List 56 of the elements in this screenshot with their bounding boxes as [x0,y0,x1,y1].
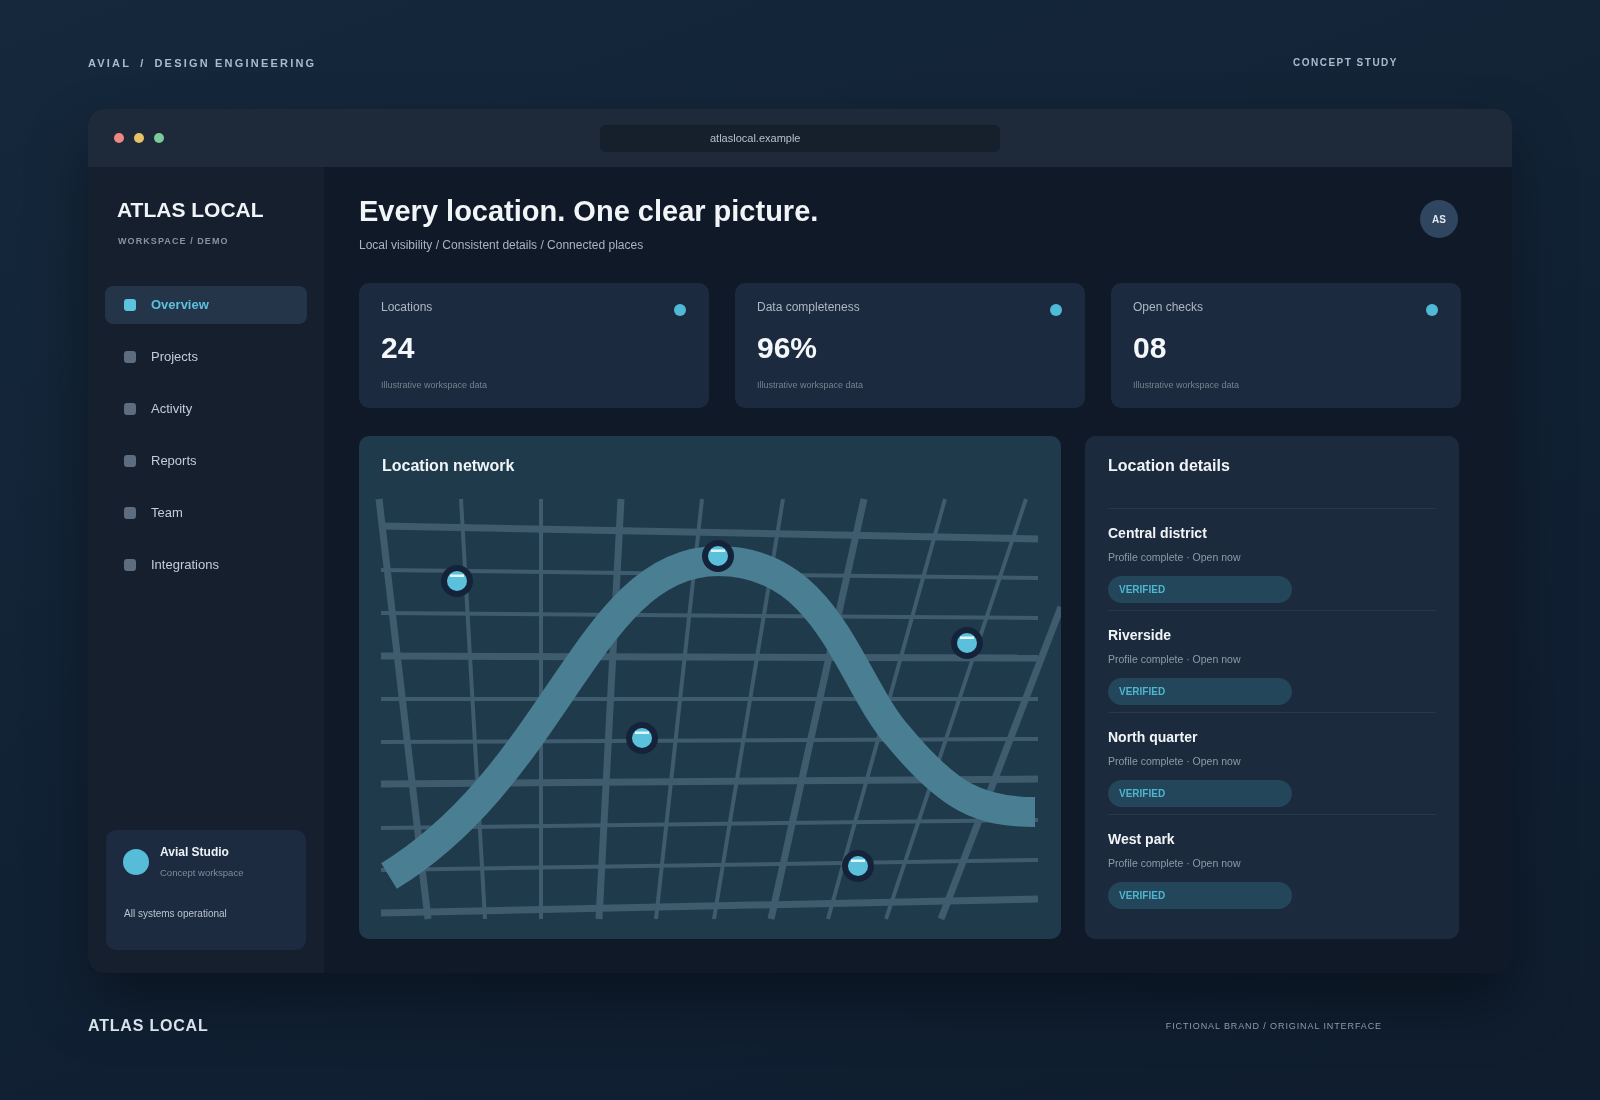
sidebar-title: ATLAS LOCAL [116,198,265,222]
stat-value: 24 [381,330,416,366]
status-pill: VERIFIED [1108,576,1292,603]
location-name: Riverside [1108,626,1172,644]
stat-label: Locations [381,299,433,315]
location-name: North quarter [1108,728,1198,746]
map-pin-icon [702,540,734,572]
location-meta: Profile complete · Open now [1108,550,1241,564]
sidebar-item[interactable]: Team [105,494,307,532]
stat-note: Illustrative workspace data [1133,379,1241,391]
address-bar[interactable]: atlaslocal.example [600,124,1000,152]
sidebar-item[interactable]: Activity [105,390,307,428]
user-avatar[interactable]: AS [1420,200,1458,238]
brand-label: AVIAL [88,56,132,70]
section-label: DESIGN ENGINEERING [154,56,317,70]
workspace-caption: Concept workspace [160,866,244,879]
stat-value: 96% [757,330,819,366]
nav-square-icon [124,351,136,363]
nav-square-icon [124,455,136,467]
system-status-text: All systems operational [123,907,228,920]
sidebar-subtitle: WORKSPACE / DEMO [117,235,230,247]
details-title: Location details [1108,456,1231,476]
location-name: Central district [1108,524,1207,542]
sidebar-item[interactable]: Reports [105,442,307,480]
sidebar-item[interactable]: Overview [105,286,307,324]
map-pin-icon [626,722,658,754]
status-pill: VERIFIED [1108,678,1292,705]
footer-note: FICTIONAL BRAND / ORIGINAL INTERFACE [1165,1020,1382,1032]
map-pin-icon [951,627,983,659]
sidebar-item[interactable]: Integrations [105,546,307,584]
footer-brand: ATLAS LOCAL [88,1016,209,1036]
status-pill: VERIFIED [1108,882,1292,909]
status-pill: VERIFIED [1108,780,1292,807]
sidebar-item[interactable]: Projects [105,338,307,376]
location-meta: Profile complete · Open now [1108,856,1241,870]
breadcrumb-separator: / [140,56,146,70]
location-meta: Profile complete · Open now [1108,754,1241,768]
stat-label: Data completeness [757,299,860,315]
page-subtitle: Local visibility / Consistent details / Connected places [359,238,645,253]
nav-square-icon [124,507,136,519]
nav-square-icon [124,559,136,571]
map-pin-icon [842,850,874,882]
workspace-avatar-icon [123,849,149,875]
workspace-name: Avial Studio [160,845,230,860]
location-meta: Profile complete · Open now [1108,652,1241,666]
stat-note: Illustrative workspace data [757,379,865,391]
map-title: Location network [381,456,516,476]
stat-note: Illustrative workspace data [381,379,489,391]
page-heading: Every location. One clear picture. [359,194,819,228]
map-pin-icon [441,565,473,597]
nav-square-icon [124,299,136,311]
location-name: West park [1108,830,1175,848]
stat-label: Open checks [1133,299,1204,315]
concept-label: CONCEPT STUDY [1292,56,1398,70]
nav-square-icon [124,403,136,415]
stat-value: 08 [1133,330,1168,366]
